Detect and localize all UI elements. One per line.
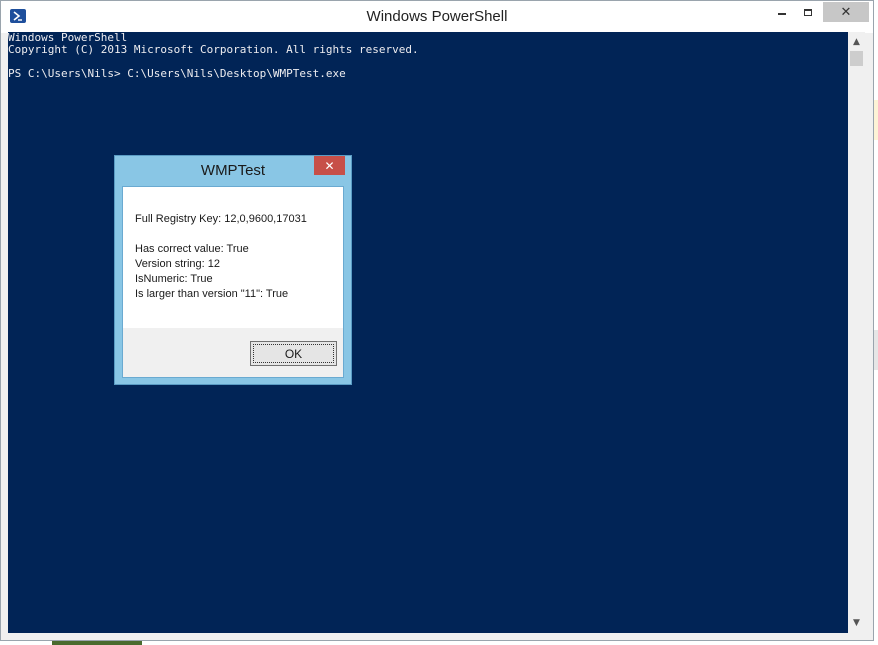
minimize-icon: [778, 13, 786, 15]
maximize-icon: [804, 8, 812, 16]
scroll-down-icon[interactable]: ▼: [848, 615, 865, 631]
message-line: IsNumeric: True: [135, 273, 213, 285]
dialog-body: Full Registry Key: 12,0,9600,17031 Has c…: [122, 186, 344, 378]
close-icon: ✕: [840, 4, 852, 20]
message-line: Has correct value: True: [135, 243, 249, 255]
message-area: Full Registry Key: 12,0,9600,17031 Has c…: [123, 187, 343, 328]
scroll-up-icon[interactable]: ▲: [848, 34, 865, 50]
close-icon: ✕: [324, 158, 335, 173]
ok-button[interactable]: OK: [250, 341, 337, 366]
close-button[interactable]: ✕: [823, 2, 869, 22]
scroll-thumb[interactable]: [850, 51, 863, 66]
desktop-background: [874, 330, 878, 370]
console-line: PS C:\Users\Nils> C:\Users\Nils\Desktop\…: [8, 67, 346, 80]
desktop-background: [52, 641, 142, 645]
minimize-button[interactable]: [770, 2, 794, 22]
message-line: Is larger than version "11": True: [135, 288, 289, 300]
message-line: Version string: 12: [135, 258, 220, 270]
vertical-scrollbar[interactable]: ▲ ▼: [848, 32, 865, 633]
window-title: Windows PowerShell: [366, 8, 508, 25]
desktop-background: [874, 100, 878, 140]
dialog-close-button[interactable]: ✕: [314, 156, 345, 175]
maximize-button[interactable]: [796, 2, 820, 22]
message-line: Full Registry Key: 12,0,9600,17031: [135, 213, 307, 225]
message-box: WMPTest ✕ Full Registry Key: 12,0,9600,1…: [114, 155, 352, 385]
title-bar[interactable]: Windows PowerShell ✕: [1, 1, 873, 33]
console-line: Copyright (C) 2013 Microsoft Corporation…: [8, 43, 419, 56]
